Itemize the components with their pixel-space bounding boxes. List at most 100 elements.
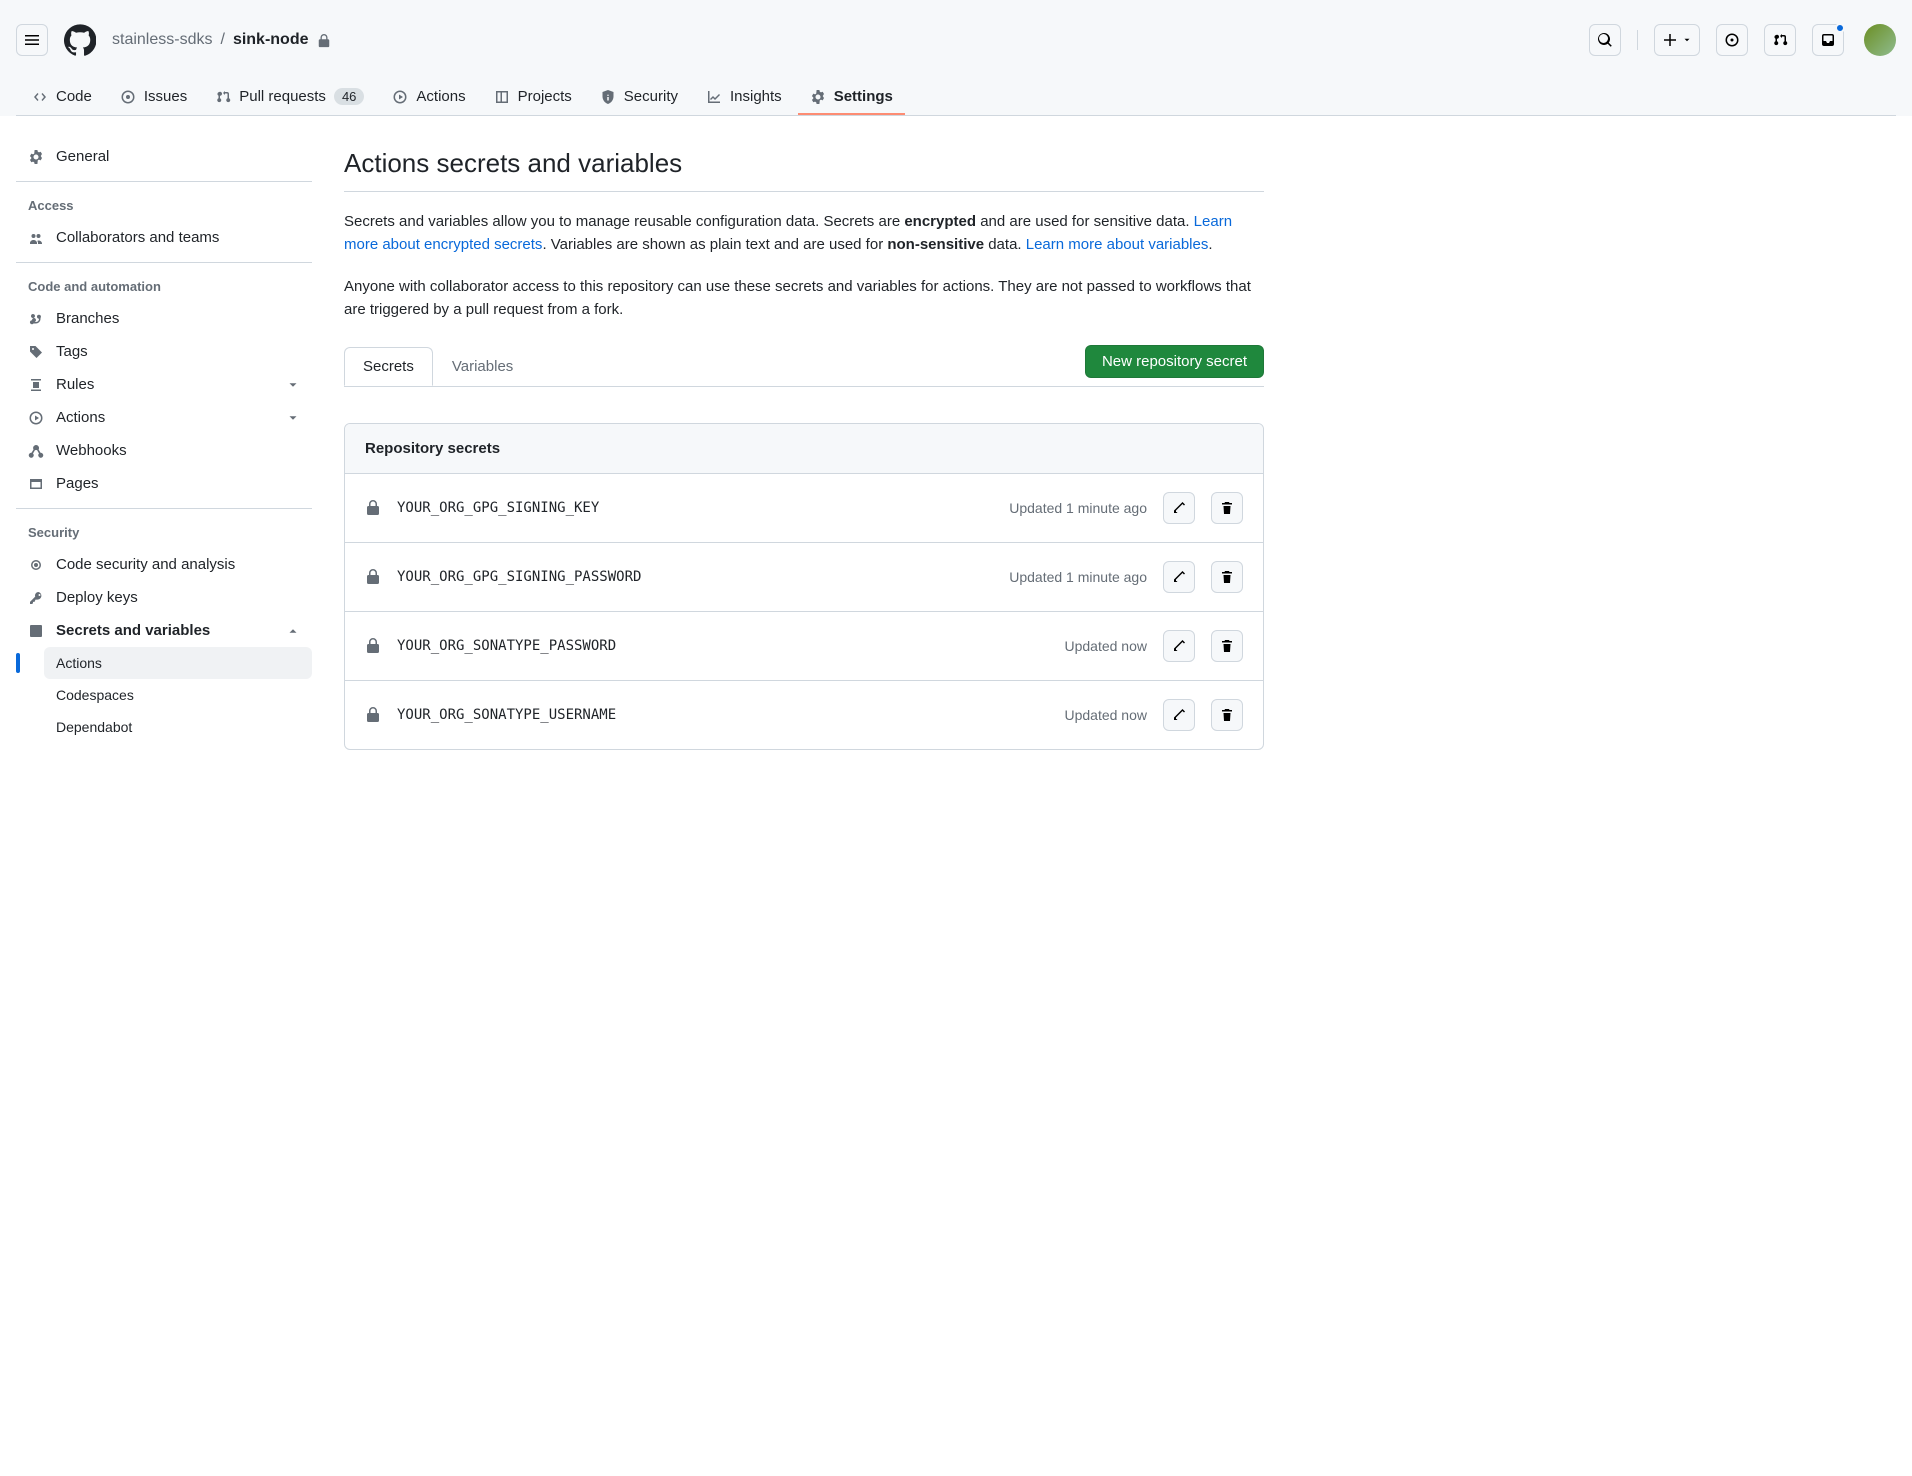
delete-secret-button[interactable] [1211,699,1243,731]
tab-actions[interactable]: Actions [380,80,477,115]
page-title: Actions secrets and variables [344,148,1264,192]
browser-icon [28,476,44,492]
graph-icon [706,89,722,105]
hamburger-menu[interactable] [16,24,48,56]
sidebar-header-access: Access [16,190,312,221]
people-icon [28,230,44,246]
secret-row: YOUR_ORG_GPG_SIGNING_PASSWORD Updated 1 m… [345,543,1263,612]
sidebar-sub-actions[interactable]: Actions [44,647,312,679]
secret-name: YOUR_ORG_SONATYPE_USERNAME [397,707,616,723]
breadcrumb-separator: / [220,31,224,49]
tab-issues[interactable]: Issues [108,80,199,115]
tab-projects[interactable]: Projects [482,80,584,115]
secret-name: YOUR_ORG_SONATYPE_PASSWORD [397,638,616,654]
edit-secret-button[interactable] [1163,492,1195,524]
description-paragraph-2: Anyone with collaborator access to this … [344,275,1264,322]
create-new-menu[interactable] [1654,24,1700,56]
issues-button[interactable] [1716,24,1748,56]
breadcrumb-repo[interactable]: sink-node [233,31,309,49]
tab-code[interactable]: Code [20,80,104,115]
tag-icon [28,344,44,360]
delete-secret-button[interactable] [1211,561,1243,593]
lock-icon [365,500,381,516]
delete-secret-button[interactable] [1211,492,1243,524]
tab-security[interactable]: Security [588,80,690,115]
breadcrumb-owner[interactable]: stainless-sdks [112,31,212,49]
project-icon [494,89,510,105]
settings-sidebar: General Access Collaborators and teams C… [16,140,312,750]
secret-updated: Updated now [1064,638,1147,654]
code-icon [32,89,48,105]
git-branch-icon [28,311,44,327]
delete-secret-button[interactable] [1211,630,1243,662]
tab-variables[interactable]: Variables [433,347,532,386]
sidebar-item-actions[interactable]: Actions [16,401,312,434]
sidebar-item-branches[interactable]: Branches [16,302,312,335]
pull-requests-button[interactable] [1764,24,1796,56]
search-icon [1597,32,1613,48]
issue-icon [120,89,136,105]
inbox-icon [1820,32,1836,48]
sidebar-item-pages[interactable]: Pages [16,467,312,500]
sidebar-item-rules[interactable]: Rules [16,368,312,401]
main-content: Actions secrets and variables Secrets an… [344,140,1264,750]
law-icon [28,377,44,393]
pulls-count: 46 [334,88,364,105]
git-pull-request-icon [1772,32,1788,48]
plus-icon [1662,32,1678,48]
secret-updated: Updated 1 minute ago [1009,500,1147,516]
breadcrumb: stainless-sdks / sink-node [112,31,331,49]
chevron-down-icon [286,411,300,425]
sidebar-item-tags[interactable]: Tags [16,335,312,368]
secret-name: YOUR_ORG_GPG_SIGNING_KEY [397,500,599,516]
app-header: stainless-sdks / sink-node Code Issues P… [0,0,1912,116]
webhook-icon [28,443,44,459]
sidebar-sub-codespaces[interactable]: Codespaces [44,679,312,711]
github-logo-icon[interactable] [64,24,96,56]
sidebar-sub-dependabot[interactable]: Dependabot [44,711,312,743]
dot-icon [1724,32,1740,48]
chevron-down-icon [1682,35,1692,45]
edit-secret-button[interactable] [1163,699,1195,731]
lock-icon [365,569,381,585]
search-button[interactable] [1589,24,1621,56]
user-avatar[interactable] [1864,24,1896,56]
pencil-icon [1171,569,1187,585]
edit-secret-button[interactable] [1163,561,1195,593]
new-repository-secret-button[interactable]: New repository secret [1085,345,1264,378]
edit-secret-button[interactable] [1163,630,1195,662]
shield-icon [600,89,616,105]
sidebar-item-collaborators[interactable]: Collaborators and teams [16,221,312,254]
play-icon [392,89,408,105]
sidebar-item-code-security[interactable]: Code security and analysis [16,548,312,581]
secret-row: YOUR_ORG_SONATYPE_PASSWORD Updated now [345,612,1263,681]
sidebar-item-general[interactable]: General [16,140,312,173]
sidebar-item-secrets[interactable]: Secrets and variables [16,614,312,647]
secret-row: YOUR_ORG_SONATYPE_USERNAMEUpdated now [345,681,1263,749]
git-pull-request-icon [215,89,231,105]
trash-icon [1219,707,1235,723]
repo-nav: Code Issues Pull requests46 Actions Proj… [16,80,1896,116]
secret-updated: Updated 1 minute ago [1009,569,1147,585]
description-paragraph-1: Secrets and variables allow you to manag… [344,210,1264,257]
link-variables[interactable]: Learn more about variables [1026,236,1209,253]
tab-insights[interactable]: Insights [694,80,794,115]
lock-icon [317,31,331,49]
tab-settings[interactable]: Settings [798,80,905,115]
pencil-icon [1171,500,1187,516]
chevron-down-icon [286,378,300,392]
play-icon [28,410,44,426]
sidebar-header-security: Security [16,517,312,548]
notifications-button[interactable] [1812,24,1844,56]
chevron-up-icon [286,624,300,638]
secret-name: YOUR_ORG_GPG_SIGNING_PASSWORD [397,569,641,585]
gear-icon [28,149,44,165]
sidebar-item-webhooks[interactable]: Webhooks [16,434,312,467]
pencil-icon [1171,707,1187,723]
trash-icon [1219,638,1235,654]
sidebar-item-deploy-keys[interactable]: Deploy keys [16,581,312,614]
tab-pulls[interactable]: Pull requests46 [203,80,376,115]
pencil-icon [1171,638,1187,654]
tab-secrets[interactable]: Secrets [344,347,433,386]
secrets-variables-tabs: Secrets Variables New repository secret [344,345,1264,387]
